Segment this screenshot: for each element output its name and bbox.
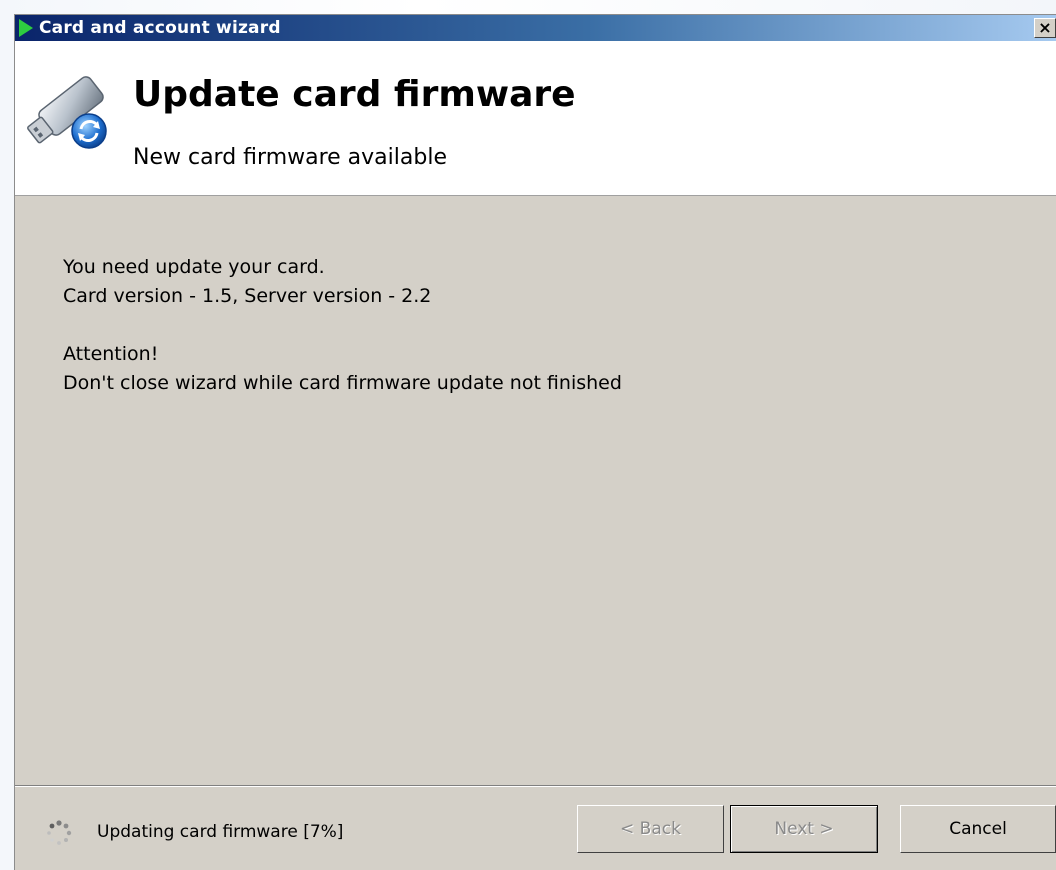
version-line: Card version - 1.5, Server version - 2.2 (63, 285, 432, 307)
usb-card-update-icon (27, 76, 107, 149)
back-button[interactable]: < Back (577, 805, 724, 853)
wizard-window: Card and account wizard × Update card fi… (14, 14, 1056, 870)
cancel-button[interactable]: Cancel (900, 805, 1056, 853)
window-title: Card and account wizard (39, 18, 281, 38)
wizard-header: Update card firmware New card firmware a… (15, 41, 1056, 196)
attention-line: Attention! (63, 343, 159, 365)
close-icon: × (1038, 18, 1052, 37)
status-text: Updating card firmware [7%] (97, 822, 344, 842)
spinner-icon (47, 820, 72, 845)
title-bar[interactable]: Card and account wizard × (15, 15, 1056, 41)
page-subtitle: New card firmware available (133, 145, 447, 170)
next-button[interactable]: Next > (730, 805, 878, 853)
close-button[interactable]: × (1034, 18, 1056, 38)
page-title: Update card firmware (133, 74, 576, 115)
footer-divider (15, 785, 1056, 787)
warning-line: Don't close wizard while card firmware u… (63, 372, 622, 394)
play-arrow-icon (19, 19, 33, 37)
message-area: You need update your card. Card version … (63, 253, 622, 398)
message-line: You need update your card. (63, 256, 325, 278)
